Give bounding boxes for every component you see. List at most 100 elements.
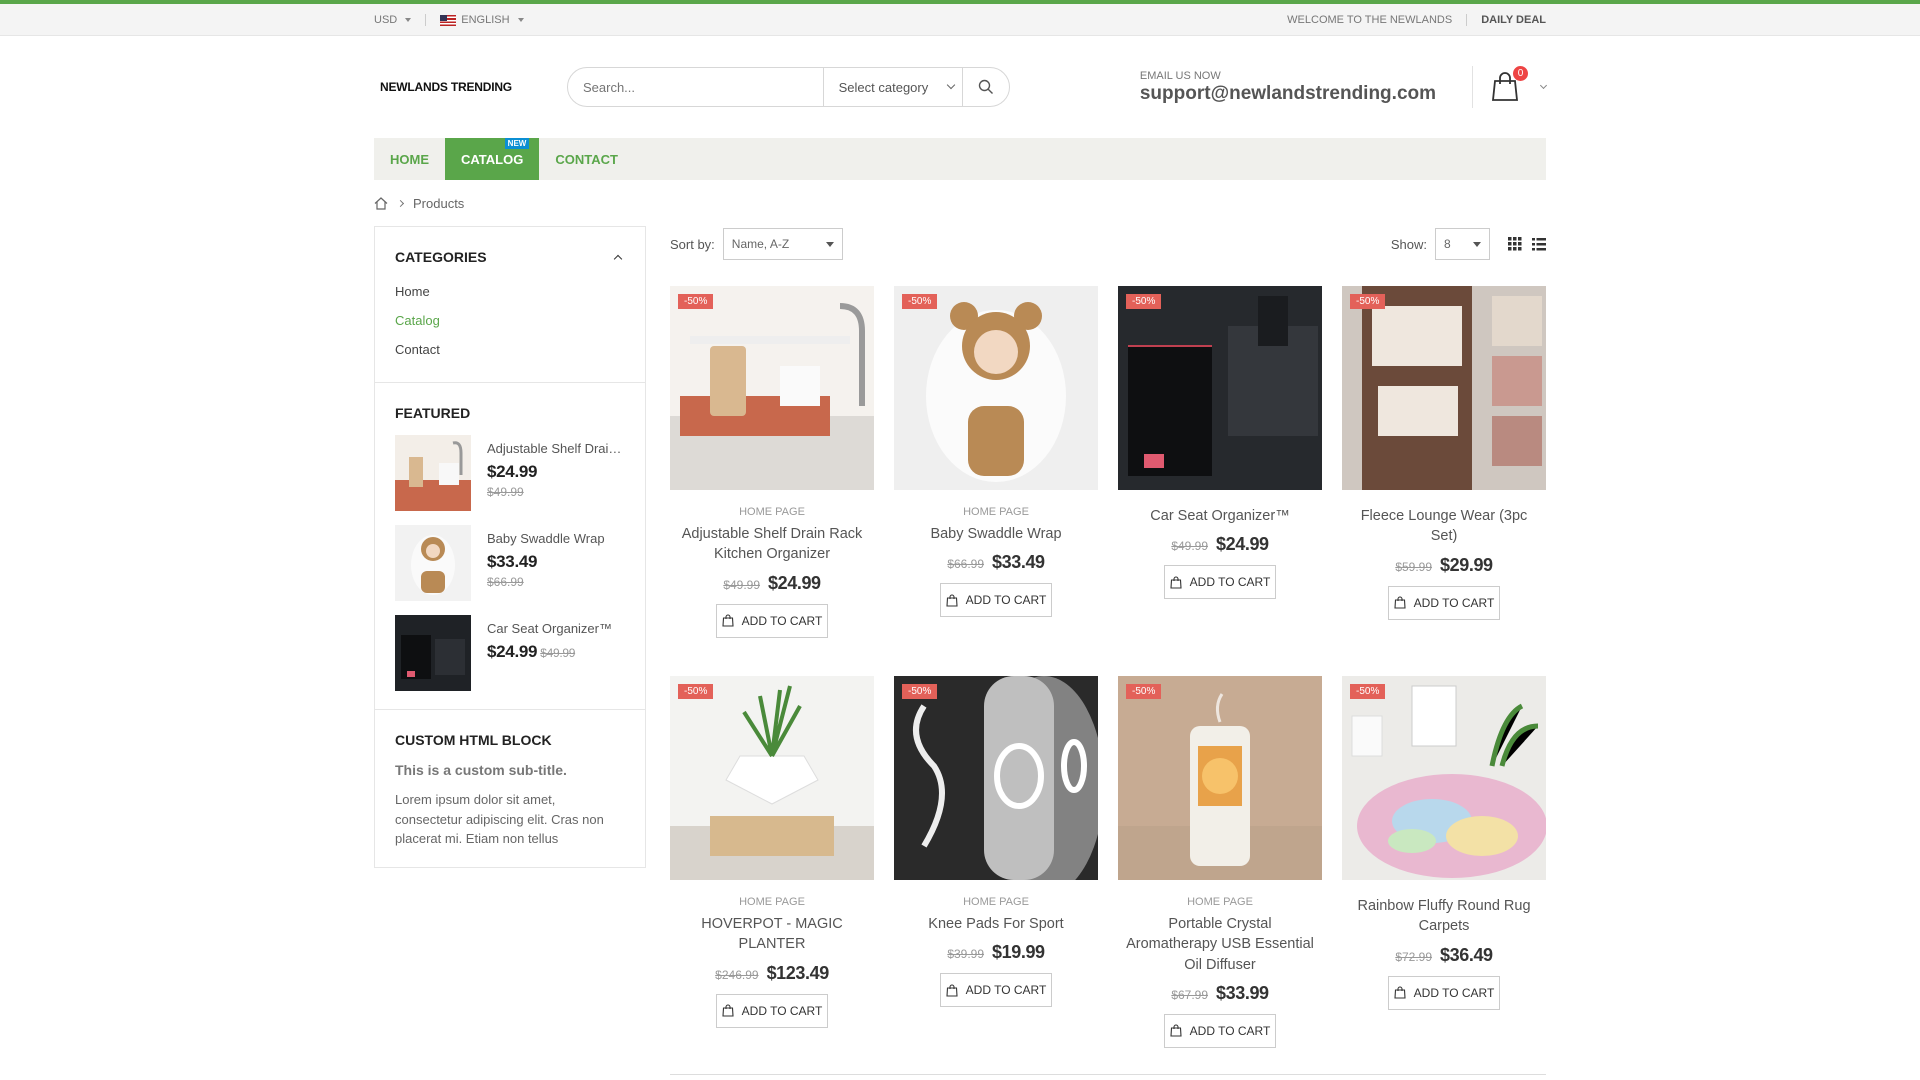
car-organizer-image bbox=[1118, 286, 1322, 490]
product-price: $49.99 $24.99 bbox=[670, 573, 874, 594]
old-price: $246.99 bbox=[715, 967, 759, 982]
show-value: 8 bbox=[1444, 237, 1451, 251]
category-link-catalog[interactable]: Catalog bbox=[395, 306, 625, 335]
featured-item[interactable]: Adjustable Shelf Drain Rack Kitchen Orga… bbox=[395, 435, 625, 511]
product-name[interactable]: Portable Crystal Aromatherapy USB Essent… bbox=[1118, 914, 1322, 975]
grid-view-icon[interactable] bbox=[1508, 237, 1522, 251]
nav-item-contact[interactable]: CONTACT bbox=[539, 138, 634, 180]
nav-item-catalog[interactable]: CATALOG NEW bbox=[445, 138, 540, 180]
product-name[interactable]: Knee Pads For Sport bbox=[894, 914, 1098, 934]
featured-thumb[interactable] bbox=[395, 435, 471, 511]
add-to-cart-button[interactable]: ADD TO CART bbox=[716, 993, 828, 1028]
sort-select[interactable]: Name, A-Z bbox=[722, 228, 843, 260]
site-logo[interactable]: NEWLANDS TRENDING bbox=[374, 80, 567, 94]
custom-html-section: CUSTOM HTML BLOCK This is a custom sub-t… bbox=[375, 710, 645, 867]
current-price: $24.99 bbox=[1216, 534, 1269, 555]
product-name[interactable]: Baby Swaddle Wrap bbox=[894, 524, 1098, 544]
current-price: $29.99 bbox=[1440, 554, 1493, 575]
product-category[interactable]: HOME PAGE bbox=[670, 896, 874, 908]
category-link-home[interactable]: Home bbox=[395, 277, 625, 306]
product-category[interactable]: HOME PAGE bbox=[1118, 896, 1322, 908]
featured-price: $24.99 bbox=[487, 462, 538, 481]
discount-badge: -50% bbox=[1126, 294, 1162, 309]
featured-name[interactable]: Car Seat Organizer™ bbox=[487, 621, 623, 636]
product-card: -50% HOME PAGE Knee Pads For Sport $39.9… bbox=[894, 676, 1098, 1066]
add-to-cart-button[interactable]: ADD TO CART bbox=[1388, 585, 1500, 620]
add-to-cart-button[interactable]: ADD TO CART bbox=[940, 973, 1052, 1008]
daily-deal-link[interactable]: DAILY DEAL bbox=[1481, 14, 1546, 26]
list-view-icon[interactable] bbox=[1532, 237, 1546, 251]
featured-item[interactable]: Car Seat Organizer™ $24.99 $49.99 bbox=[395, 615, 625, 691]
product-name[interactable]: Adjustable Shelf Drain Rack Kitchen Orga… bbox=[670, 524, 874, 565]
product-image[interactable]: -50% bbox=[670, 286, 874, 490]
featured-title: FEATURED bbox=[395, 405, 471, 421]
category-select[interactable]: Select category bbox=[822, 68, 962, 106]
category-link-contact[interactable]: Contact bbox=[395, 335, 625, 364]
product-name[interactable]: Fleece Lounge Wear (3pc Set) bbox=[1342, 506, 1546, 547]
product-image[interactable]: -50% bbox=[1118, 286, 1322, 490]
current-price: $24.99 bbox=[768, 572, 821, 593]
header: NEWLANDS TRENDING Select category EMAIL … bbox=[0, 36, 1920, 138]
product-category[interactable]: HOME PAGE bbox=[894, 896, 1098, 908]
featured-name[interactable]: Adjustable Shelf Drain Rack Kitchen Orga… bbox=[487, 441, 623, 456]
product-name[interactable]: Car Seat Organizer™ bbox=[1118, 506, 1322, 526]
current-price: $19.99 bbox=[992, 942, 1045, 963]
add-to-cart-button[interactable]: ADD TO CART bbox=[1164, 565, 1276, 600]
nav-item-home[interactable]: HOME bbox=[374, 138, 445, 180]
add-to-cart-button[interactable]: ADD TO CART bbox=[940, 583, 1052, 618]
product-image[interactable]: -50% bbox=[670, 676, 874, 880]
caret-down-icon bbox=[1473, 241, 1481, 247]
breadcrumb-current: Products bbox=[413, 195, 465, 211]
current-price: $33.49 bbox=[992, 552, 1045, 573]
discount-badge: -50% bbox=[678, 294, 714, 309]
featured-price: $33.49 bbox=[487, 552, 538, 571]
search-input[interactable] bbox=[567, 68, 823, 106]
language-dropdown[interactable]: ENGLISH bbox=[440, 14, 524, 26]
product-image[interactable]: -50% bbox=[1118, 676, 1322, 880]
shopping-bag-icon bbox=[722, 614, 734, 627]
cart-button[interactable]: 0 bbox=[1491, 66, 1548, 102]
listing-toolbar: Sort by: Name, A-Z Show: 8 bbox=[670, 226, 1546, 262]
search-button[interactable] bbox=[961, 68, 1009, 106]
featured-name[interactable]: Baby Swaddle Wrap bbox=[487, 531, 623, 546]
old-price: $72.99 bbox=[1395, 949, 1433, 964]
product-name[interactable]: Rainbow Fluffy Round Rug Carpets bbox=[1342, 896, 1546, 937]
add-to-cart-button[interactable]: ADD TO CART bbox=[1388, 975, 1500, 1010]
product-image[interactable]: -50% bbox=[1342, 676, 1546, 880]
add-to-cart-button[interactable]: ADD TO CART bbox=[1164, 1013, 1276, 1048]
chevron-up-icon[interactable] bbox=[613, 254, 623, 263]
product-card: -50% HOME PAGE Adjustable Shelf Drain Ra… bbox=[670, 286, 874, 676]
product-image[interactable]: -50% bbox=[894, 286, 1098, 490]
product-price: $72.99 $36.49 bbox=[1342, 945, 1546, 966]
knee-pads-image bbox=[894, 676, 1098, 880]
featured-thumb[interactable] bbox=[395, 525, 471, 601]
product-image[interactable]: -50% bbox=[1342, 286, 1546, 490]
home-icon[interactable] bbox=[374, 196, 388, 210]
product-card: -50% Rainbow Fluffy Round Rug Carpets $7… bbox=[1342, 676, 1546, 1066]
product-category[interactable]: HOME PAGE bbox=[670, 506, 874, 518]
add-to-cart-button[interactable]: ADD TO CART bbox=[716, 603, 828, 638]
product-listing: Sort by: Name, A-Z Show: 8 -50% HOME PAG… bbox=[670, 226, 1546, 1075]
product-card: -50% HOME PAGE Portable Crystal Aromathe… bbox=[1118, 676, 1322, 1066]
product-price: $49.99 $24.99 bbox=[1118, 534, 1322, 555]
chevron-right-icon bbox=[396, 199, 405, 207]
product-name[interactable]: HOVERPOT - MAGIC PLANTER bbox=[670, 914, 874, 955]
product-image[interactable]: -50% bbox=[894, 676, 1098, 880]
show-select[interactable]: 8 bbox=[1435, 228, 1490, 260]
email-link[interactable]: support@newlandstrending.com bbox=[1140, 83, 1436, 105]
currency-dropdown[interactable]: USD bbox=[374, 14, 412, 26]
baby-swaddle-image bbox=[894, 286, 1098, 490]
product-price: $66.99 $33.49 bbox=[894, 552, 1098, 573]
old-price: $39.99 bbox=[947, 947, 985, 962]
custom-subtitle: This is a custom sub-title. bbox=[395, 762, 567, 778]
product-price: $246.99 $123.49 bbox=[670, 963, 874, 984]
product-category[interactable]: HOME PAGE bbox=[894, 506, 1098, 518]
sidebar: CATEGORIES Home Catalog Contact FEATURED… bbox=[374, 226, 646, 868]
discount-badge: -50% bbox=[1126, 684, 1162, 699]
breadcrumb: Products bbox=[374, 180, 1546, 226]
featured-price: $24.99 bbox=[487, 642, 538, 661]
featured-item[interactable]: Baby Swaddle Wrap $33.49 $66.99 bbox=[395, 525, 625, 601]
featured-thumb[interactable] bbox=[395, 615, 471, 691]
shopping-bag-icon bbox=[946, 594, 958, 607]
discount-badge: -50% bbox=[902, 684, 938, 699]
